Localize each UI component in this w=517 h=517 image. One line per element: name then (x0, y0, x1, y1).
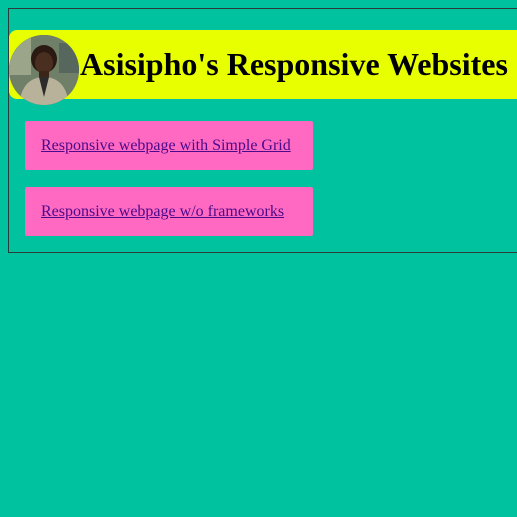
link-card-no-frameworks: Responsive webpage w/o frameworks (25, 187, 313, 236)
link-simple-grid[interactable]: Responsive webpage with Simple Grid (41, 137, 291, 155)
person-portrait-icon (9, 35, 79, 105)
avatar (9, 35, 79, 105)
link-card-simple-grid: Responsive webpage with Simple Grid (25, 121, 313, 170)
site-title: Asisipho's Responsive Websites (80, 46, 508, 82)
link-no-frameworks[interactable]: Responsive webpage w/o frameworks (41, 203, 284, 221)
